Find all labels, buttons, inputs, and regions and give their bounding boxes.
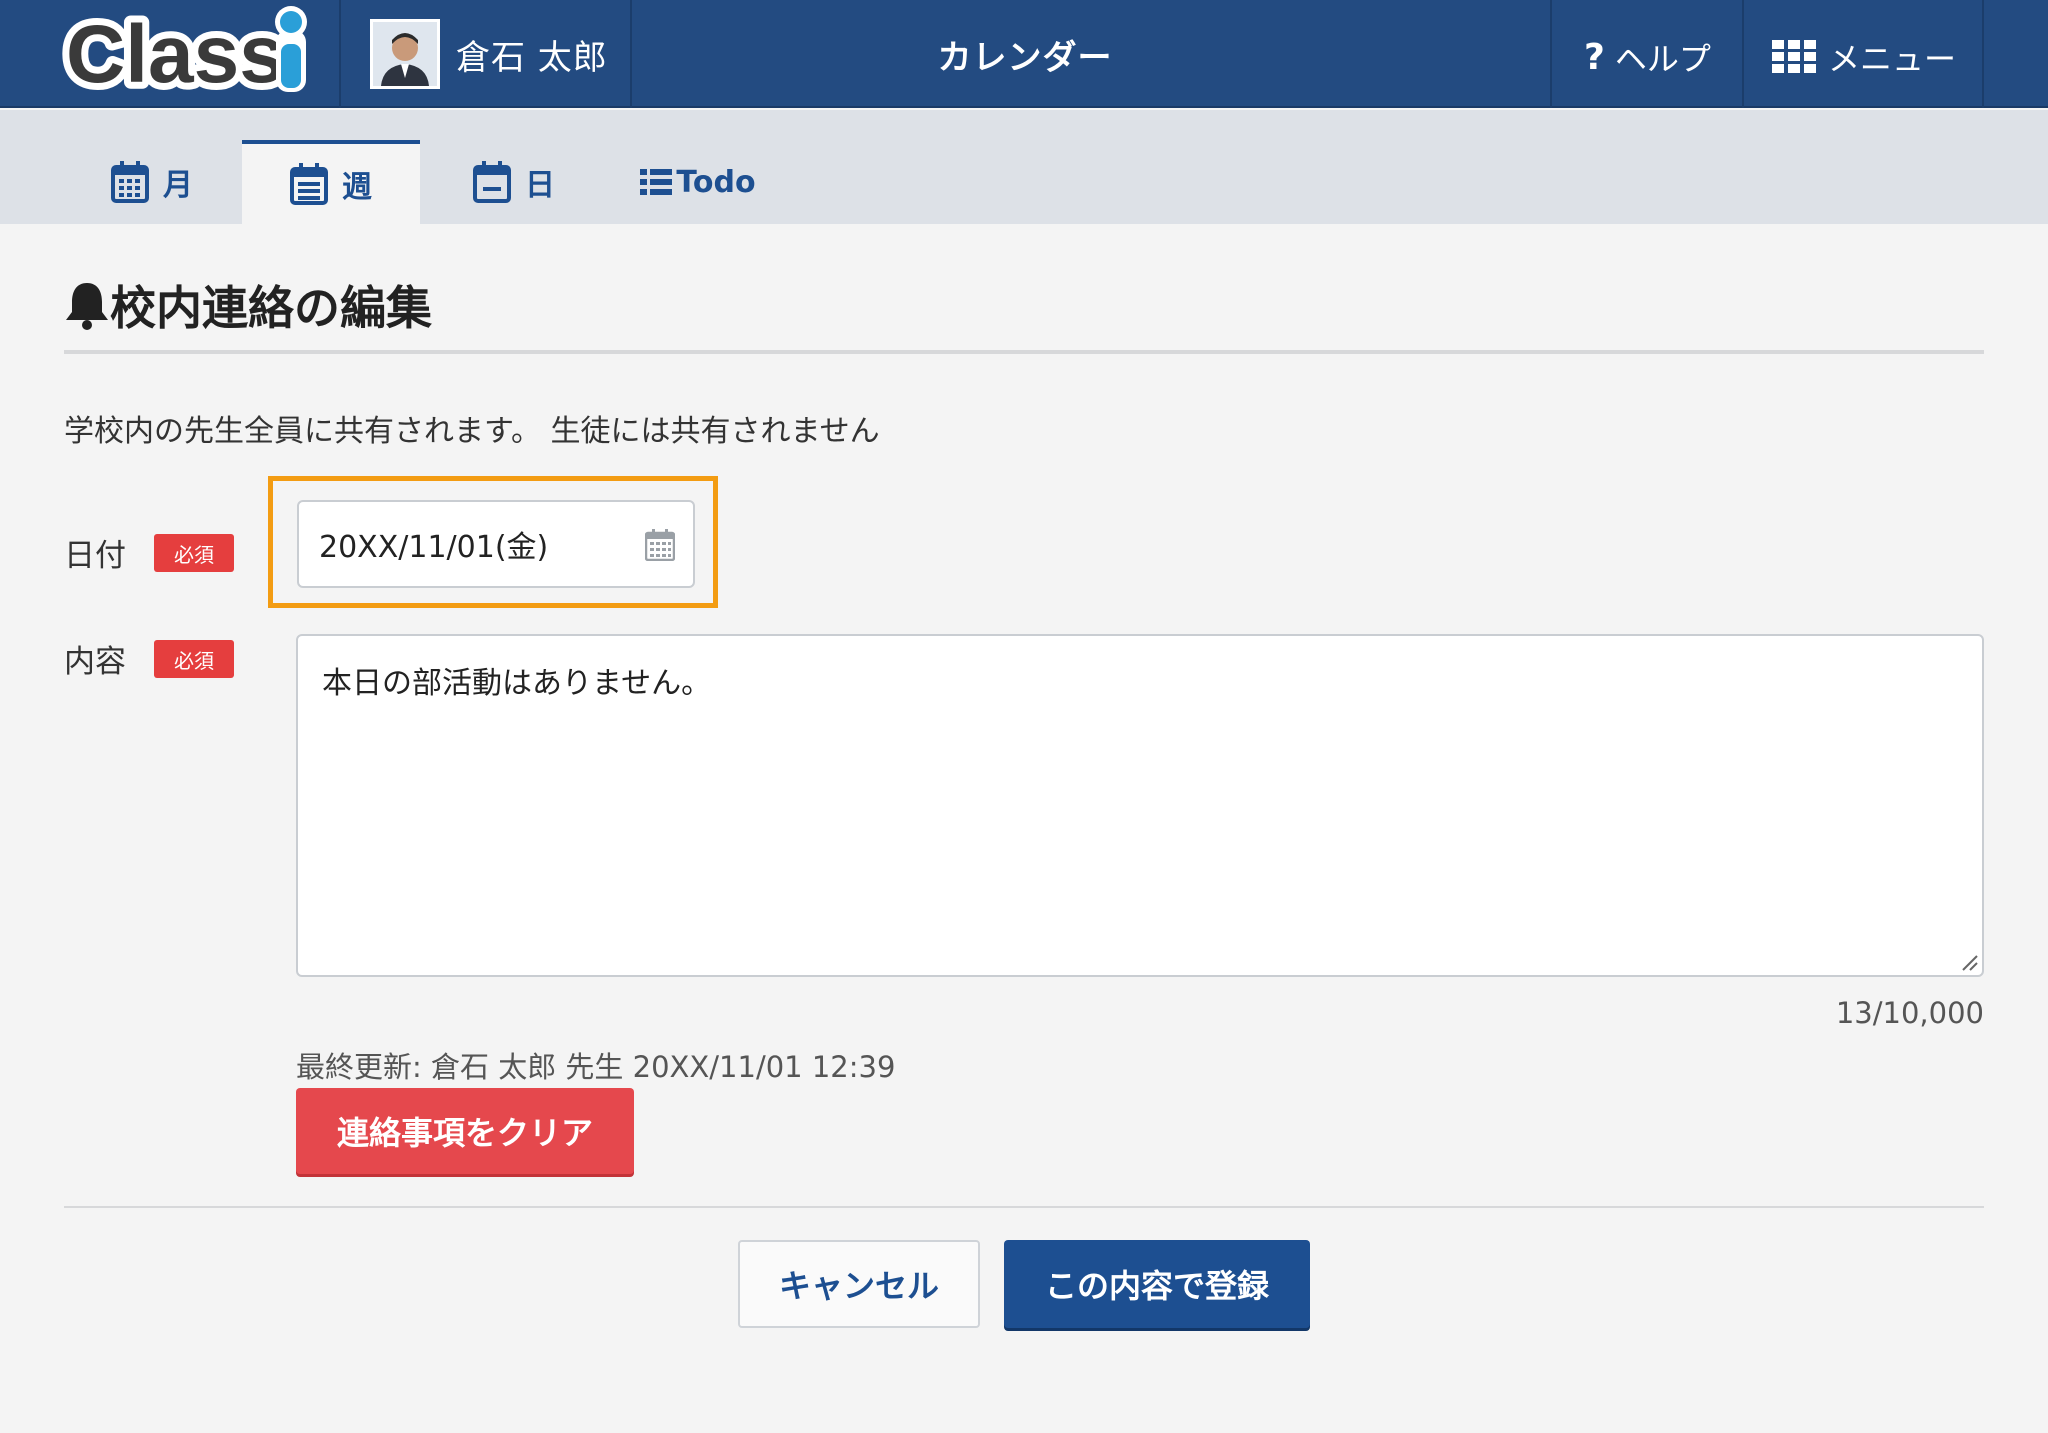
bell-icon	[66, 283, 108, 330]
grid-menu-icon	[1772, 40, 1816, 73]
menu-label: メニュー	[1828, 40, 1957, 78]
classi-logo[interactable]: Class Class	[59, 2, 324, 107]
resize-grip-icon[interactable]	[1960, 953, 1978, 971]
page-description: 学校内の先生全員に共有されます。 生徒には共有されません	[64, 414, 880, 449]
page-title: 校内連絡の編集	[64, 272, 432, 338]
tab-week[interactable]: 週	[242, 140, 420, 224]
title-divider	[64, 350, 1984, 354]
tab-week-label: 週	[342, 170, 372, 205]
tab-day[interactable]: 日	[426, 140, 602, 224]
header-divider	[630, 0, 632, 108]
calendar-month-icon	[111, 161, 149, 203]
list-icon	[640, 169, 673, 195]
content-label: 内容	[64, 644, 126, 680]
tab-todo-label: Todo	[676, 164, 756, 200]
date-required-badge: 必須	[154, 534, 234, 572]
menu-button[interactable]: メニュー	[1772, 34, 1956, 80]
clear-notice-button[interactable]: 連絡事項をクリア	[296, 1088, 634, 1174]
calendar-week-icon	[290, 163, 328, 205]
header-divider	[1742, 0, 1744, 108]
help-button[interactable]: ? ヘルプ	[1584, 34, 1711, 80]
content-required-badge: 必須	[154, 640, 234, 678]
content-value: 本日の部活動はありません。	[322, 666, 712, 701]
footer-divider	[64, 1206, 1984, 1208]
tab-day-label: 日	[525, 168, 555, 203]
last-updated-text: 最終更新: 倉石 太郎 先生 20XX/11/01 12:39	[296, 1050, 896, 1084]
date-value: 20XX/11/01(金)	[319, 530, 549, 565]
question-icon: ?	[1584, 36, 1605, 78]
header-divider	[1982, 0, 1984, 108]
view-tabs: 月 週 日 Todo	[0, 110, 2048, 224]
content-textarea[interactable]: 本日の部活動はありません。	[296, 634, 1984, 977]
calendar-day-icon	[473, 161, 511, 203]
tab-todo[interactable]: Todo	[620, 140, 776, 224]
user-name: 倉石 太郎	[456, 37, 608, 78]
date-field[interactable]: 20XX/11/01(金)	[297, 500, 695, 588]
tab-month-label: 月	[163, 168, 193, 203]
svg-text:Class: Class	[66, 9, 285, 100]
cancel-button[interactable]: キャンセル	[738, 1240, 980, 1328]
date-label: 日付	[64, 538, 126, 574]
help-label: ヘルプ	[1614, 40, 1711, 78]
page-header-title: カレンダー	[937, 38, 1113, 78]
calendar-icon[interactable]	[645, 529, 675, 561]
header-divider	[1550, 0, 1552, 108]
tab-month[interactable]: 月	[64, 140, 240, 224]
app-header: Class Class 倉石 太郎 カレンダー ? ヘルプ メニュー	[0, 0, 2048, 108]
char-counter: 13/10,000	[1835, 996, 1984, 1030]
avatar	[370, 19, 440, 89]
submit-button[interactable]: この内容で登録	[1004, 1240, 1310, 1328]
header-divider	[339, 0, 341, 108]
page-title-text: 校内連絡の編集	[110, 281, 432, 335]
user-profile[interactable]: 倉石 太郎	[370, 18, 608, 90]
